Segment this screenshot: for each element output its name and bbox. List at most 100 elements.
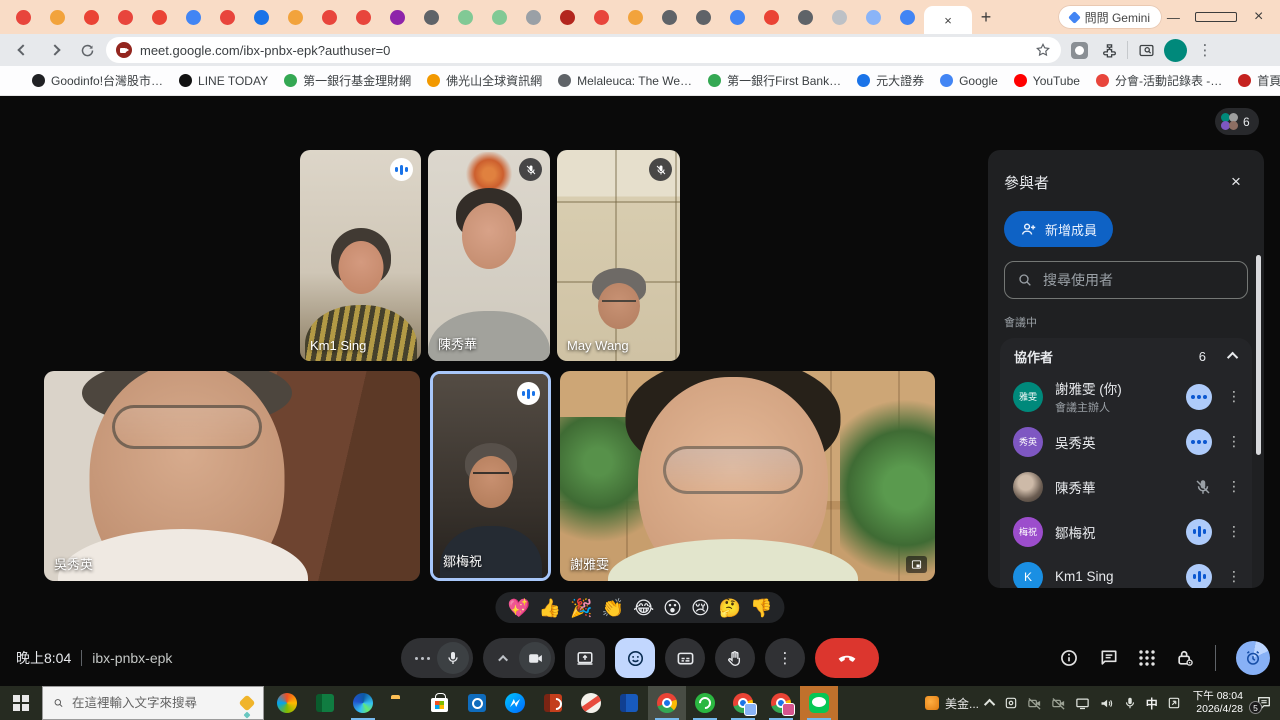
pinned-tab[interactable] — [482, 0, 516, 34]
tray-clock[interactable]: 下午 08:04 2026/4/28 — [1193, 690, 1243, 716]
meeting-info-button[interactable] — [1059, 648, 1079, 668]
input-method-icon[interactable] — [1167, 696, 1181, 710]
bookmark-item[interactable]: Melaleuca: The We… — [550, 71, 700, 91]
pinned-tab[interactable] — [618, 0, 652, 34]
pinned-tab[interactable] — [856, 0, 890, 34]
pinned-tab[interactable] — [788, 0, 822, 34]
pinned-tab[interactable] — [346, 0, 380, 34]
pinned-tab[interactable] — [74, 0, 108, 34]
reload-button[interactable] — [74, 37, 100, 63]
participant-menu-button[interactable]: ⋮ — [1226, 568, 1242, 585]
bookmark-item[interactable]: 第一銀行First Bank… — [700, 69, 849, 92]
camera-off-icon[interactable] — [1027, 696, 1042, 711]
tab-close-icon[interactable]: × — [944, 13, 952, 28]
new-tab-button[interactable]: + — [972, 3, 1000, 31]
video-tile-chen-xiuhua[interactable]: 陳秀華 — [428, 150, 550, 361]
pinned-tab[interactable] — [720, 0, 754, 34]
panel-scrollbar[interactable] — [1256, 255, 1261, 455]
participant-menu-button[interactable]: ⋮ — [1226, 433, 1242, 450]
bookmark-item[interactable]: 第一銀行基金理財網 — [276, 69, 419, 92]
camera-off-icon[interactable] — [1051, 696, 1066, 711]
participant-menu-button[interactable]: ⋮ — [1226, 478, 1242, 495]
video-tile-may-wang[interactable]: May Wang — [557, 150, 680, 361]
reaction-button[interactable]: 😂 — [633, 599, 654, 617]
bookmark-item[interactable]: Goodinfo!台灣股市… — [24, 69, 171, 92]
bookmark-item[interactable]: LINE TODAY — [171, 71, 276, 91]
bookmark-item[interactable]: 佛光山全球資訊網 — [419, 69, 550, 92]
host-controls-button[interactable] — [1175, 648, 1195, 668]
active-tab[interactable]: × — [924, 6, 972, 34]
end-call-button[interactable] — [815, 638, 879, 678]
bookmark-item[interactable]: 分會-活動記錄表 -… — [1088, 69, 1230, 92]
chrome-pink-icon[interactable] — [762, 686, 800, 720]
start-button[interactable] — [0, 686, 42, 720]
search-input[interactable] — [1043, 272, 1235, 288]
volume-icon[interactable] — [1099, 696, 1114, 711]
participant-row[interactable]: 陳秀華 ⋮ — [1000, 464, 1252, 509]
bookmark-item[interactable]: 元大證券 — [849, 69, 932, 92]
display-cast-icon[interactable] — [1075, 696, 1090, 711]
participant-row[interactable]: 秀英 吳秀英 ⋮ — [1000, 419, 1252, 464]
video-tile-wu-xiuying[interactable]: 吳秀英 — [44, 371, 420, 581]
pinned-tab[interactable] — [516, 0, 550, 34]
taskbar-search[interactable] — [42, 686, 264, 720]
excel-icon[interactable] — [306, 686, 344, 720]
notification-center-button[interactable]: 5 — [1256, 695, 1272, 711]
collapse-chevron-icon[interactable] — [1227, 352, 1238, 363]
timer-widget[interactable] — [1236, 641, 1270, 675]
site-info-icon[interactable] — [116, 42, 132, 58]
store-icon[interactable] — [420, 686, 458, 720]
chrome-icon[interactable] — [648, 686, 686, 720]
pinned-tab[interactable] — [652, 0, 686, 34]
pinned-tab[interactable] — [380, 0, 414, 34]
outlook-icon[interactable] — [458, 686, 496, 720]
powerpoint-icon[interactable] — [534, 686, 572, 720]
taskbar-search-input[interactable] — [72, 696, 233, 710]
maximize-button[interactable] — [1195, 0, 1238, 34]
minimize-button[interactable]: — — [1152, 0, 1195, 34]
activities-button[interactable] — [1139, 650, 1155, 666]
explorer-icon[interactable] — [382, 686, 420, 720]
bookmark-star-icon[interactable] — [1035, 42, 1051, 58]
address-bar[interactable]: meet.google.com/ibx-pnbx-epk?authuser=0 — [106, 37, 1061, 63]
mic-button[interactable] — [437, 642, 469, 674]
bookmark-item[interactable]: Google — [932, 71, 1006, 91]
participant-menu-button[interactable]: ⋮ — [1226, 388, 1242, 405]
raise-hand-button[interactable] — [715, 638, 755, 678]
pinned-tab[interactable] — [414, 0, 448, 34]
participant-row[interactable]: 梅祝 鄒梅祝 ⋮ — [1000, 509, 1252, 554]
camera-options-button[interactable] — [493, 638, 515, 678]
tray-ticker[interactable]: 美金... — [925, 695, 979, 712]
microphone-icon[interactable] — [1123, 696, 1137, 710]
reaction-button[interactable]: 😮 — [663, 599, 682, 617]
pinned-tab[interactable] — [278, 0, 312, 34]
expand-tile-icon[interactable] — [906, 556, 927, 573]
reaction-button[interactable]: 😢 — [691, 599, 710, 617]
chat-button[interactable] — [1099, 648, 1119, 668]
pinned-tab[interactable] — [890, 0, 924, 34]
reaction-button[interactable]: 👎 — [750, 599, 772, 617]
pinned-tab[interactable] — [40, 0, 74, 34]
pinned-tab[interactable] — [176, 0, 210, 34]
search-sidebar-icon[interactable] — [1134, 38, 1158, 62]
add-member-button[interactable]: 新增成員 — [1004, 211, 1113, 247]
reaction-button[interactable]: 👍 — [539, 599, 561, 617]
video-tile-km1-sing[interactable]: Km1 Sing — [300, 150, 421, 361]
participants-count-badge[interactable]: 6 — [1215, 108, 1259, 135]
pinned-tab[interactable] — [584, 0, 618, 34]
line-extension-icon[interactable] — [1067, 38, 1091, 62]
tray-app-icon[interactable] — [1004, 696, 1018, 710]
line-icon[interactable] — [800, 686, 838, 720]
collaborators-header[interactable]: 協作者 6 — [1000, 338, 1252, 374]
pinned-tab[interactable] — [108, 0, 142, 34]
participant-menu-button[interactable]: ⋮ — [1226, 523, 1242, 540]
participant-search[interactable] — [1004, 261, 1248, 299]
profile-avatar[interactable] — [1164, 39, 1187, 62]
tray-expand-chevron[interactable] — [987, 699, 995, 707]
extensions-puzzle-icon[interactable] — [1097, 38, 1121, 62]
pinned-tab[interactable] — [550, 0, 584, 34]
rocket-icon[interactable] — [572, 686, 610, 720]
gemini-button[interactable]: 問問 Gemini — [1058, 5, 1162, 29]
messenger-icon[interactable] — [496, 686, 534, 720]
chrome-blue-icon[interactable] — [724, 686, 762, 720]
